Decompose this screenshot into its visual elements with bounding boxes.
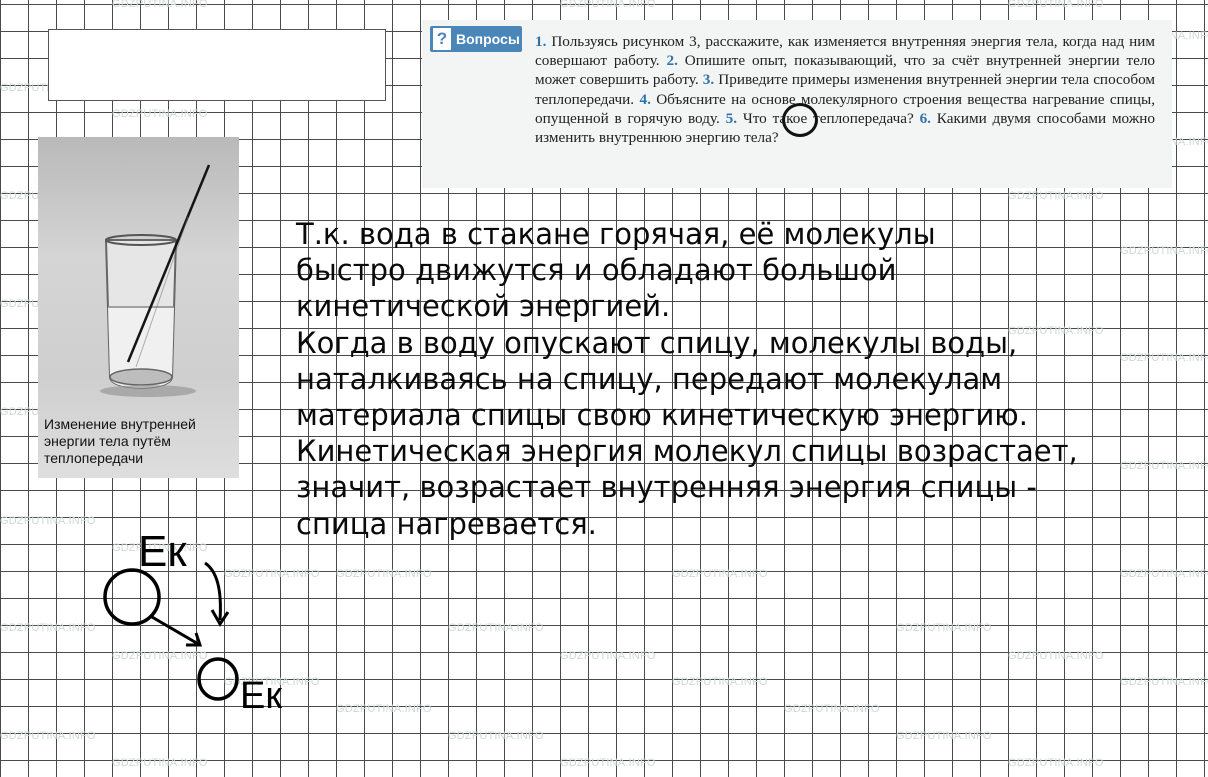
sketch-label-bottom: Eк (240, 675, 282, 717)
sketch-label-top: Eк (138, 527, 187, 576)
energy-sketch: Eк Eк (103, 527, 282, 717)
sketch-circle-large (103, 568, 161, 626)
sketch-circle-small (197, 657, 239, 701)
sketch-arrow-diagonal (151, 615, 201, 647)
